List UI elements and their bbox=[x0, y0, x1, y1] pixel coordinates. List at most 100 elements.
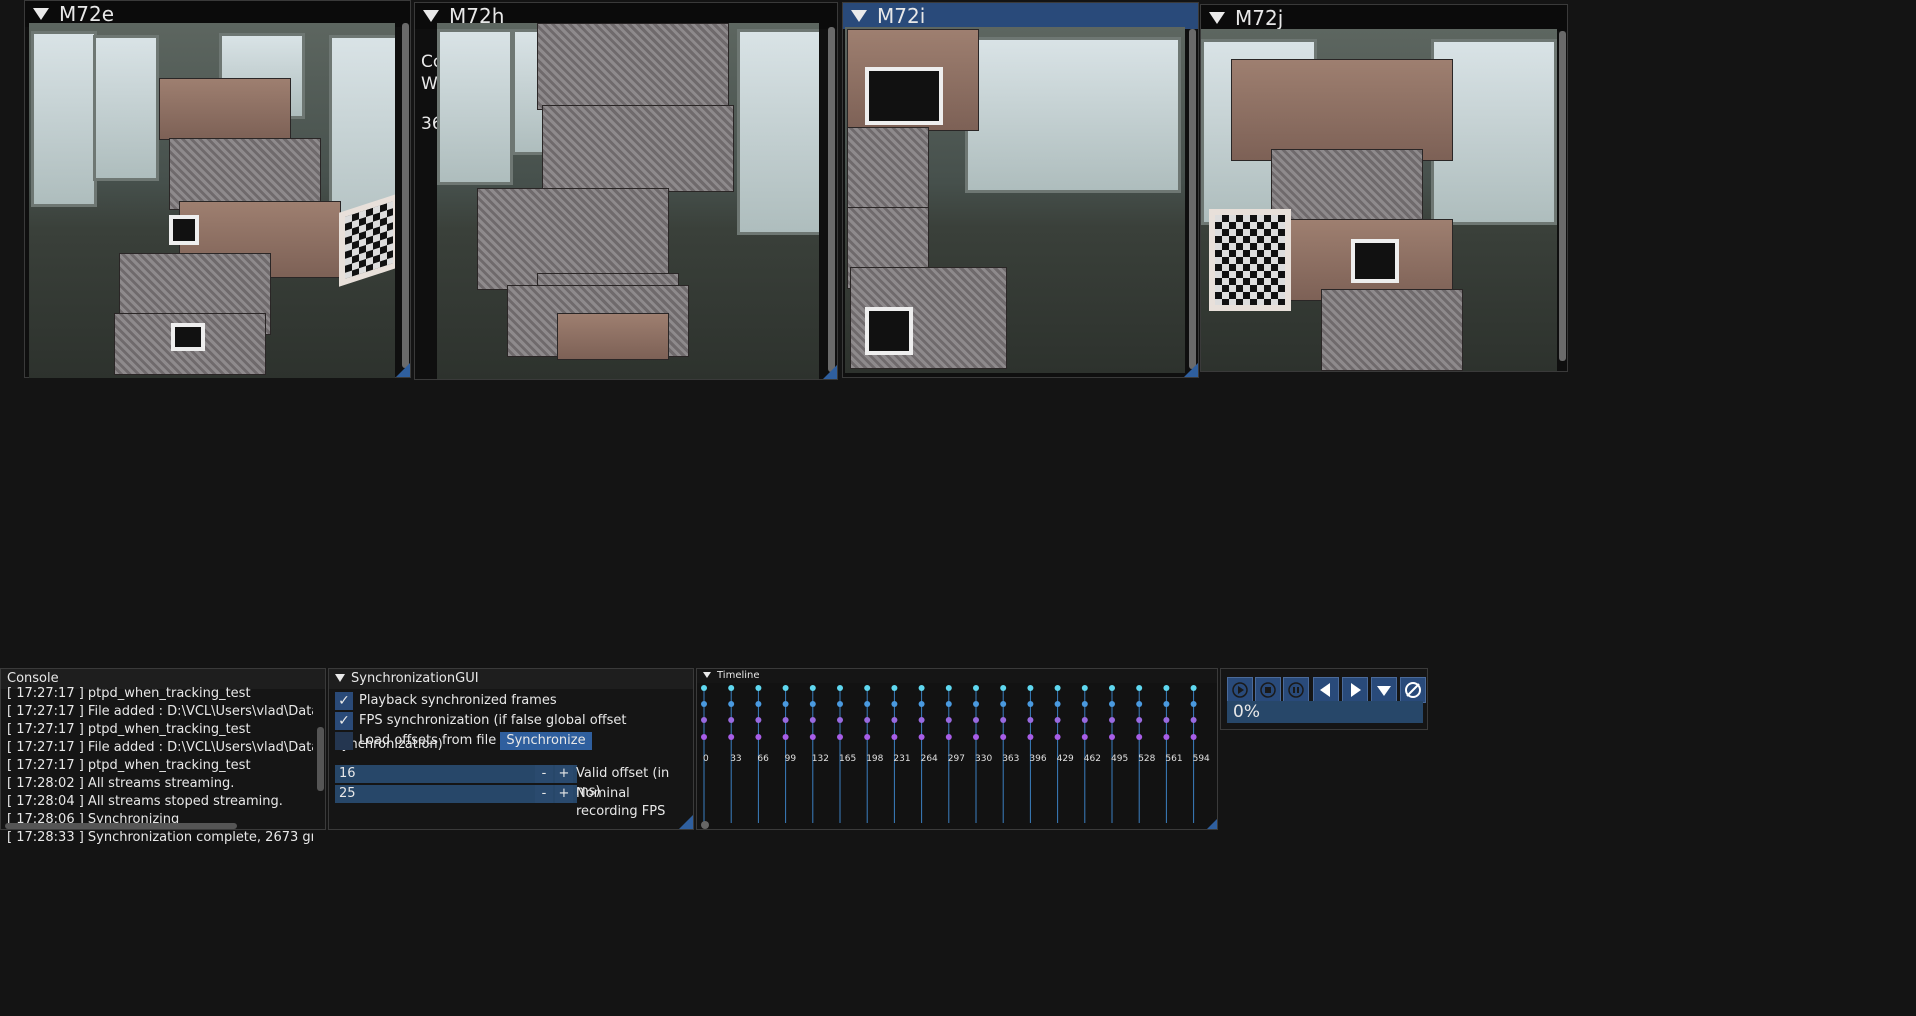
timeline-frame-marker[interactable] bbox=[1109, 685, 1115, 691]
timeline-frame-marker[interactable] bbox=[837, 685, 843, 691]
check-icon[interactable]: ✓ bbox=[335, 711, 353, 730]
timeline-frame-marker[interactable] bbox=[891, 701, 898, 707]
timeline-track[interactable]: 0 33 66 99 132 165 198 231 264 297 330 363 396 429 462… bbox=[697, 683, 1217, 828]
vertical-scrollbar[interactable] bbox=[402, 23, 409, 368]
timeline-frame-marker[interactable] bbox=[918, 701, 925, 707]
timeline-frame-marker[interactable] bbox=[864, 685, 871, 691]
vertical-scrollbar[interactable] bbox=[1559, 31, 1566, 361]
timeline-frame-marker[interactable] bbox=[755, 685, 762, 691]
timeline-frame-marker[interactable] bbox=[701, 717, 707, 723]
timeline-frame-marker[interactable] bbox=[918, 685, 925, 691]
timeline-frame-marker[interactable] bbox=[1027, 685, 1034, 691]
timeline-frame-marker[interactable] bbox=[701, 734, 707, 740]
resize-grip-icon[interactable] bbox=[1184, 363, 1198, 377]
timeline-frame-marker[interactable] bbox=[1163, 685, 1170, 691]
offset-plus-button[interactable]: + bbox=[555, 765, 573, 783]
play-button[interactable] bbox=[1227, 677, 1253, 703]
timeline-frame-marker[interactable] bbox=[1000, 701, 1007, 707]
pause-button[interactable] bbox=[1283, 677, 1309, 703]
timeline-frame-marker[interactable] bbox=[1054, 685, 1061, 691]
timeline-frame-marker[interactable] bbox=[918, 734, 925, 740]
timeline-frame-marker[interactable] bbox=[891, 717, 898, 723]
timeline-frame-marker[interactable] bbox=[864, 734, 871, 740]
timeline-frame-marker[interactable] bbox=[891, 685, 898, 691]
collapse-triangle-icon[interactable] bbox=[423, 10, 439, 22]
fps-minus-button[interactable]: - bbox=[535, 785, 553, 803]
timeline-frame-marker[interactable] bbox=[864, 701, 871, 707]
load-offsets-checkbox[interactable] bbox=[335, 731, 353, 750]
timeline-frame-marker[interactable] bbox=[809, 701, 816, 707]
timeline-frame-marker[interactable] bbox=[809, 685, 816, 691]
timeline-frame-marker[interactable] bbox=[728, 734, 735, 740]
timeline-frame-marker[interactable] bbox=[973, 685, 979, 691]
timeline-frame-marker[interactable] bbox=[973, 734, 979, 740]
timeline-frame-marker[interactable] bbox=[1027, 734, 1034, 740]
timeline-frame-marker[interactable] bbox=[1081, 701, 1088, 707]
timeline-frame-marker[interactable] bbox=[1081, 685, 1088, 691]
collapse-triangle-icon[interactable] bbox=[1209, 12, 1225, 24]
timeline-frame-marker[interactable] bbox=[1054, 717, 1061, 723]
timeline-frame-marker[interactable] bbox=[837, 701, 843, 707]
loop-button[interactable] bbox=[1400, 677, 1426, 703]
timeline-frame-marker[interactable] bbox=[1136, 701, 1143, 707]
timeline-frame-marker[interactable] bbox=[1027, 717, 1034, 723]
window-titlebar[interactable]: M72j bbox=[1201, 5, 1567, 31]
timeline-frame-marker[interactable] bbox=[1136, 734, 1143, 740]
vertical-scrollbar[interactable] bbox=[317, 727, 324, 791]
timeline-frame-marker[interactable] bbox=[809, 717, 816, 723]
timeline-frame-marker[interactable] bbox=[755, 717, 762, 723]
timeline-frame-marker[interactable] bbox=[728, 717, 735, 723]
timeline-frame-marker[interactable] bbox=[1190, 701, 1197, 707]
timeline-frame-marker[interactable] bbox=[945, 701, 952, 707]
timeline-frame-marker[interactable] bbox=[728, 685, 735, 691]
timeline-frame-marker[interactable] bbox=[837, 717, 843, 723]
timeline-frame-marker[interactable] bbox=[728, 701, 735, 707]
timeline-frame-marker[interactable] bbox=[1190, 734, 1197, 740]
timeline-frame-marker[interactable] bbox=[945, 717, 952, 723]
timeline-frame-marker[interactable] bbox=[1000, 734, 1007, 740]
resize-grip-icon[interactable] bbox=[679, 815, 693, 829]
timeline-frame-marker[interactable] bbox=[973, 701, 979, 707]
timeline-frame-marker[interactable] bbox=[1136, 717, 1143, 723]
timeline-frame-marker[interactable] bbox=[782, 734, 789, 740]
progress-bar[interactable]: 0% bbox=[1227, 701, 1423, 723]
step-back-button[interactable] bbox=[1313, 677, 1339, 703]
timeline-frame-marker[interactable] bbox=[755, 701, 762, 707]
timeline-frame-marker[interactable] bbox=[1081, 734, 1088, 740]
timeline-frame-marker[interactable] bbox=[1027, 701, 1034, 707]
timeline-frame-marker[interactable] bbox=[1163, 701, 1170, 707]
collapse-triangle-icon[interactable] bbox=[703, 672, 711, 678]
timeline-frame-marker[interactable] bbox=[864, 717, 871, 723]
load-offsets-row[interactable]: Load offsets from file Synchronize bbox=[329, 729, 693, 753]
timeline-frame-marker[interactable] bbox=[1109, 701, 1115, 707]
timeline-frame-marker[interactable] bbox=[1000, 685, 1007, 691]
resize-grip-icon[interactable] bbox=[823, 365, 837, 379]
timeline-frame-marker[interactable] bbox=[1190, 685, 1197, 691]
timeline-frame-marker[interactable] bbox=[782, 685, 789, 691]
timeline-frame-marker[interactable] bbox=[945, 734, 952, 740]
timeline-frame-marker[interactable] bbox=[1054, 701, 1061, 707]
stop-button[interactable] bbox=[1255, 677, 1281, 703]
timeline-frame-marker[interactable] bbox=[755, 734, 762, 740]
vertical-scrollbar[interactable] bbox=[1189, 29, 1196, 369]
camera-window-m72h[interactable]: M72h Co W 36 bbox=[414, 2, 838, 380]
timeline-frame-marker[interactable] bbox=[1136, 685, 1143, 691]
collapse-triangle-icon[interactable] bbox=[335, 674, 345, 682]
resize-grip-icon[interactable] bbox=[396, 363, 410, 377]
synchronize-button[interactable]: Synchronize bbox=[500, 732, 592, 750]
timeline-frame-marker[interactable] bbox=[1000, 717, 1007, 723]
dropdown-button[interactable] bbox=[1371, 677, 1397, 703]
timeline-frame-marker[interactable] bbox=[782, 701, 789, 707]
camera-window-m72e[interactable]: M72e bbox=[24, 0, 411, 378]
timeline-frame-marker[interactable] bbox=[1190, 717, 1197, 723]
timeline-frame-marker[interactable] bbox=[1109, 734, 1115, 740]
timeline-frame-marker[interactable] bbox=[701, 685, 707, 691]
check-icon[interactable]: ✓ bbox=[335, 691, 353, 710]
timeline-frame-marker[interactable] bbox=[1081, 717, 1088, 723]
window-titlebar[interactable]: M72i bbox=[843, 3, 1198, 29]
collapse-triangle-icon[interactable] bbox=[851, 10, 867, 22]
step-forward-button[interactable] bbox=[1342, 677, 1368, 703]
timeline-frame-marker[interactable] bbox=[1109, 717, 1115, 723]
timeline-frame-marker[interactable] bbox=[891, 734, 898, 740]
timeline-frame-marker[interactable] bbox=[945, 685, 952, 691]
